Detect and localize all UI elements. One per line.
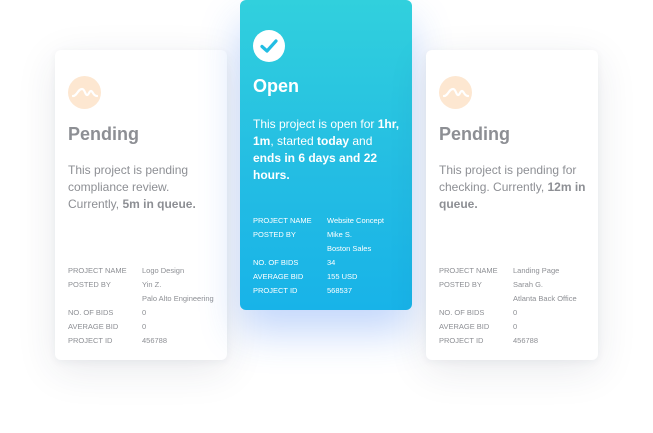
card-meta: PROJECT NAME Website Concept POSTED BY Mik… <box>253 214 404 298</box>
project-card-open[interactable]: Open This project is open for 1hr, 1m, s… <box>240 0 412 310</box>
card-status-title: Pending <box>68 124 139 144</box>
meta-row-posted-by: POSTED BY Mike S. <box>253 230 353 239</box>
meta-row-posted-by: POSTED BY Yin Z. <box>68 280 162 289</box>
meta-row-project-name: PROJECT NAME Website Concept <box>253 216 384 225</box>
meta-row-company: Palo Alto Engineering <box>142 294 214 303</box>
wave-icon <box>68 76 101 109</box>
meta-row-project-id: PROJECT ID 456788 <box>439 336 539 345</box>
meta-row-average-bid: AVERAGE BID 155 USD <box>253 272 358 281</box>
meta-row-project-id: PROJECT ID 456788 <box>68 336 168 345</box>
card-description: This project is pending compliance revie… <box>68 163 196 211</box>
card-meta: PROJECT NAME Landing Page POSTED BY Sarah … <box>439 264 590 348</box>
meta-row-average-bid: AVERAGE BID 0 <box>439 322 518 331</box>
meta-row-posted-by: POSTED BY Sarah G. <box>439 280 544 289</box>
wave-icon <box>439 76 472 109</box>
meta-row-bids: NO. OF BIDS 0 <box>439 308 518 317</box>
project-card-pending-left[interactable]: Pending This project is pending complian… <box>55 50 227 360</box>
meta-row-project-id: PROJECT ID 568537 <box>253 286 353 295</box>
card-status-title: Open <box>253 76 300 96</box>
card-status-title: Pending <box>439 124 510 144</box>
meta-row-company: Atlanta Back Office <box>513 294 577 303</box>
card-meta: PROJECT NAME Logo Design POSTED BY Yin Z. … <box>68 264 219 348</box>
meta-row-company: Boston Sales <box>327 244 372 253</box>
meta-row-bids: NO. OF BIDS 0 <box>68 308 147 317</box>
meta-row-average-bid: AVERAGE BID 0 <box>68 322 147 331</box>
project-card-pending-right[interactable]: Pending This project is pending for chec… <box>426 50 598 360</box>
card-description: This project is open for 1hr, 1m, starte… <box>253 117 400 182</box>
meta-row-project-name: PROJECT NAME Logo Design <box>68 266 185 275</box>
check-icon <box>253 30 285 62</box>
meta-row-bids: NO. OF BIDS 34 <box>253 258 336 267</box>
card-description: This project is pending for checking. Cu… <box>439 163 586 211</box>
meta-row-project-name: PROJECT NAME Landing Page <box>439 266 560 275</box>
